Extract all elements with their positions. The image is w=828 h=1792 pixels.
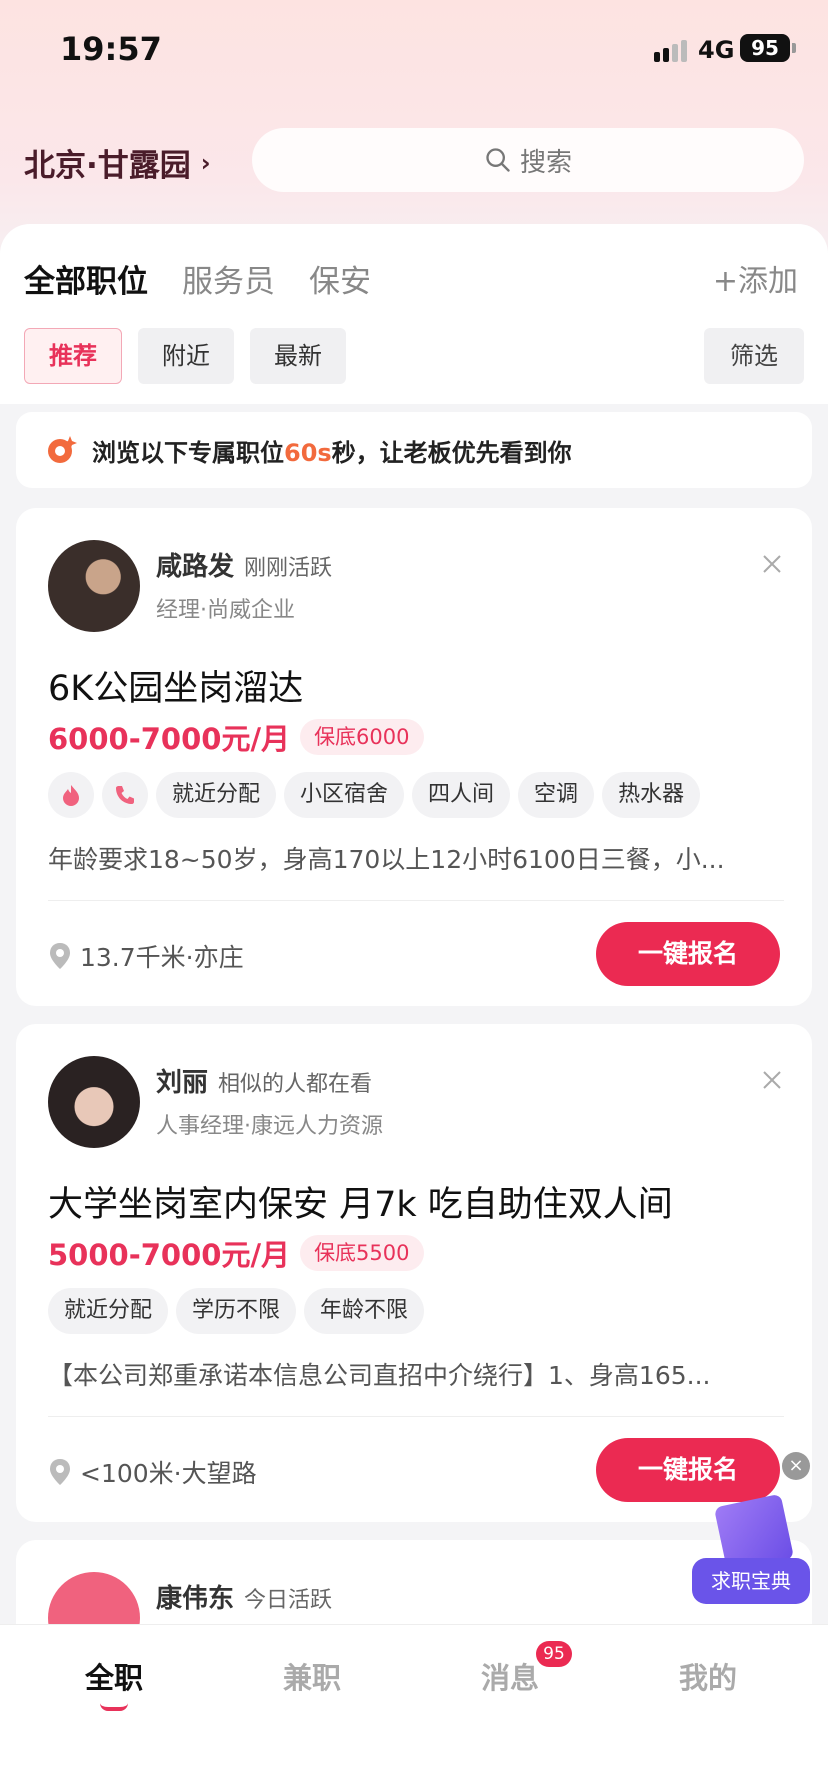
tag: 就近分配 (156, 772, 277, 818)
job-category-tabs: 全部职位 服务员 保安 (24, 256, 371, 301)
close-icon[interactable] (758, 1066, 786, 1094)
floating-close-icon[interactable]: × (782, 1452, 810, 1480)
battery-icon: 95 (740, 34, 790, 62)
network-type: 4G (698, 36, 735, 64)
activity-status: 相似的人都在看 (218, 1072, 373, 1097)
active-indicator (100, 1703, 128, 1711)
job-title: 大学坐岗室内保安 月7k 吃自助住双人间 (48, 1185, 673, 1225)
filter-button[interactable]: 筛选 (704, 328, 804, 384)
nav-full-time[interactable]: 全职 (54, 1655, 174, 1697)
chip-latest[interactable]: 最新 (250, 328, 346, 384)
tag: 热水器 (602, 772, 701, 818)
job-description: 年龄要求18~50岁，身高170以上12小时6100日三餐，小... (48, 845, 725, 874)
recruiter-role: 人事经理·康远人力资源 (156, 1114, 383, 1139)
tag: 年龄不限 (304, 1288, 425, 1334)
guide-label: 求职宝典 (692, 1558, 810, 1604)
status-time: 19:57 (60, 30, 162, 68)
apply-button[interactable]: 一键报名 (596, 922, 780, 986)
fire-icon (48, 772, 94, 818)
divider (48, 1416, 784, 1417)
tag: 就近分配 (48, 1288, 169, 1334)
tag: 空调 (518, 772, 595, 818)
add-category-button[interactable]: +添加 (713, 256, 798, 300)
signal-icon (654, 40, 688, 62)
tag: 四人间 (412, 772, 511, 818)
chip-nearby[interactable]: 附近 (138, 328, 234, 384)
status-bar: 19:57 4G 95 (0, 0, 828, 100)
job-title: 6K公园坐岗溜达 (48, 669, 304, 709)
salary: 5000-7000元/月 (48, 1238, 291, 1272)
job-location: <100米·大望路 (48, 1454, 257, 1490)
phone-icon (102, 772, 148, 818)
avatar[interactable] (48, 1056, 140, 1148)
chip-recommended[interactable]: 推荐 (24, 328, 122, 384)
sparkle-clock-icon (48, 436, 77, 463)
sort-chips: 推荐 附近 最新 (24, 328, 346, 384)
promo-text: 浏览以下专属职位60s秒，让老板优先看到你 (92, 433, 572, 468)
close-icon[interactable] (758, 550, 786, 578)
distance-text: <100米·大望路 (80, 1459, 257, 1488)
salary-line: 5000-7000元/月 保底5500 (48, 1232, 424, 1274)
search-placeholder: 搜索 (519, 147, 572, 178)
activity-status: 今日活跃 (244, 1588, 333, 1613)
message-badge: 95 (536, 1641, 572, 1667)
job-location: 13.7千米·亦庄 (48, 938, 244, 974)
battery-tip (792, 43, 796, 53)
promo-highlight: 60s (284, 438, 332, 467)
recruiter-line: 咸路发 刚刚活跃 (156, 546, 332, 583)
job-card[interactable]: 刘丽 相似的人都在看 人事经理·康远人力资源 大学坐岗室内保安 月7k 吃自助住… (16, 1024, 812, 1522)
tag: 学历不限 (176, 1288, 297, 1334)
recruiter-line: 康伟东 今日活跃 (156, 1578, 332, 1615)
tab-waiter[interactable]: 服务员 (182, 256, 275, 301)
job-description: 【本公司郑重承诺本信息公司直招中介绕行】1、身高165... (48, 1361, 711, 1390)
search-icon (486, 148, 510, 172)
tab-security[interactable]: 保安 (309, 256, 371, 301)
promo-text-before: 浏览以下专属职位 (92, 438, 284, 467)
avatar[interactable] (48, 540, 140, 632)
recruiter-name: 康伟东 (156, 1584, 235, 1614)
distance-text: 13.7千米·亦庄 (80, 943, 244, 972)
apply-button[interactable]: 一键报名 (596, 1438, 780, 1502)
salary: 6000-7000元/月 (48, 722, 291, 756)
promo-banner: 浏览以下专属职位60s秒，让老板优先看到你 (16, 412, 812, 488)
nav-part-time[interactable]: 兼职 (252, 1655, 372, 1697)
location-pin-icon (50, 1459, 70, 1485)
tag-list: 就近分配 小区宿舍 四人间 空调 热水器 (48, 772, 701, 818)
city-label: 北京·甘露园 (24, 148, 191, 184)
city-selector[interactable]: 北京·甘露园 › (24, 140, 211, 185)
recruiter-role: 经理·尚威企业 (156, 598, 295, 623)
recruiter-name: 咸路发 (156, 552, 235, 582)
bottom-nav: 全职 兼职 消息 95 我的 (0, 1624, 828, 1792)
recruiter-line: 刘丽 相似的人都在看 (156, 1062, 372, 1099)
location-pin-icon (50, 943, 70, 969)
job-card[interactable]: 咸路发 刚刚活跃 经理·尚威企业 6K公园坐岗溜达 6000-7000元/月 保… (16, 508, 812, 1006)
tag: 小区宿舍 (284, 772, 405, 818)
chevron-right-icon: › (200, 148, 211, 177)
divider (48, 900, 784, 901)
guarantee-badge: 保底5500 (300, 1235, 424, 1271)
recruiter-name: 刘丽 (156, 1068, 209, 1098)
promo-text-after: 秒，让老板优先看到你 (331, 438, 572, 467)
tag-list: 就近分配 学历不限 年龄不限 (48, 1288, 425, 1334)
nav-profile[interactable]: 我的 (648, 1655, 768, 1697)
guarantee-badge: 保底6000 (300, 719, 424, 755)
search-bar[interactable]: 搜索 (252, 128, 804, 192)
activity-status: 刚刚活跃 (244, 556, 333, 581)
job-guide-widget[interactable]: 求职宝典 (692, 1493, 810, 1608)
tab-all-jobs[interactable]: 全部职位 (24, 256, 148, 301)
salary-line: 6000-7000元/月 保底6000 (48, 716, 424, 758)
